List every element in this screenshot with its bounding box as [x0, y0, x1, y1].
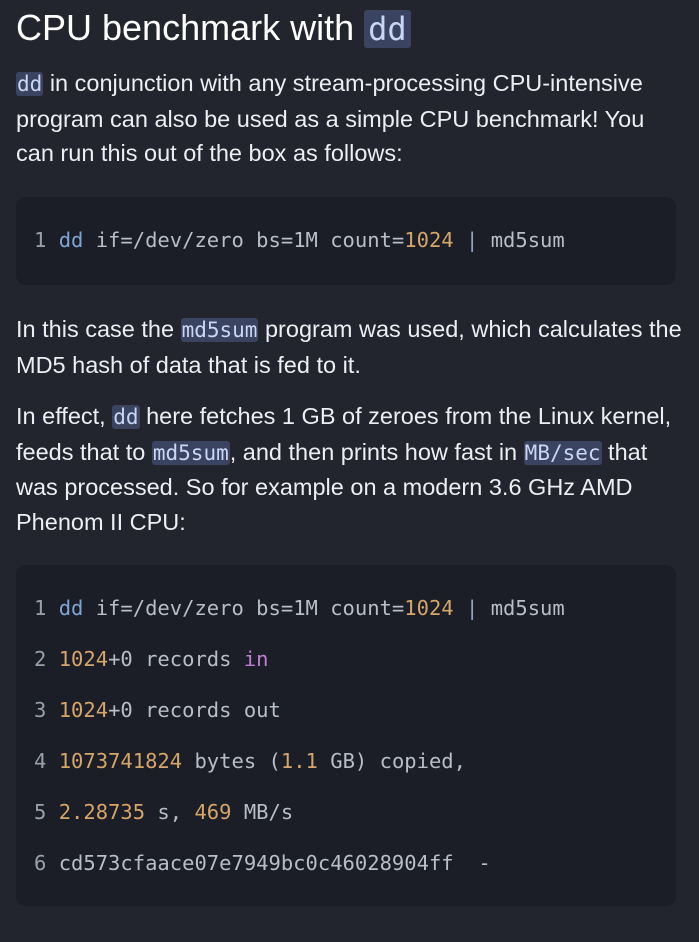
code-token: 469: [194, 800, 232, 824]
line-number: 3: [34, 698, 47, 722]
code-line: 6 cd573cfaace07e7949bc0c46028904ff -: [34, 849, 491, 877]
code-token: 1073741824: [58, 749, 183, 773]
code-token: if=/dev/zero bs=1M count=: [83, 596, 405, 620]
inline-code-mbsec: MB/sec: [523, 440, 602, 465]
code-token: dd: [58, 228, 84, 252]
code-token: MB/s: [231, 800, 294, 824]
code-block-2: 1 dd if=/dev/zero bs=1M count=1024 | md5…: [16, 565, 676, 906]
code-line: 1 dd if=/dev/zero bs=1M count=1024 | md5…: [34, 594, 565, 622]
code-line: 1 dd if=/dev/zero bs=1M count=1024 | md5…: [34, 226, 565, 254]
code-token: GB) copied,: [317, 749, 466, 773]
code-line: 3 1024+0 records out: [34, 696, 281, 724]
code-token: 1.1: [280, 749, 318, 773]
effect-paragraph: In effect, dd here fetches 1 GB of zeroe…: [16, 399, 682, 539]
code-token: 1024: [404, 228, 454, 252]
intro-text: in conjunction with any stream-processin…: [16, 70, 645, 166]
line-number: 2: [34, 647, 47, 671]
paragraph-text: In this case the: [16, 316, 181, 342]
intro-paragraph: dd in conjunction with any stream-proces…: [16, 66, 682, 171]
heading-inline-code: dd: [364, 10, 411, 48]
heading-text: CPU benchmark with: [16, 7, 365, 48]
code-token: +0 records: [108, 647, 244, 671]
line-number: 4: [34, 749, 47, 773]
inline-code-md5sum: md5sum: [151, 440, 230, 465]
code-token: 2.28735: [58, 800, 146, 824]
code-token: in: [243, 647, 269, 671]
code-token: |: [453, 228, 491, 252]
line-number: 1: [34, 596, 47, 620]
code-token: md5sum: [490, 596, 565, 620]
code-line: 5 2.28735 s, 469 MB/s: [34, 798, 293, 826]
line-number: 1: [34, 228, 47, 252]
code-token: +0 records out: [108, 698, 281, 722]
code-block-1: 1 dd if=/dev/zero bs=1M count=1024 | md5…: [16, 197, 676, 285]
inline-code-dd: dd: [16, 72, 44, 96]
inline-code-dd: dd: [112, 405, 140, 429]
line-number: 6: [34, 851, 47, 875]
code-token: bytes (: [182, 749, 281, 773]
line-number: 5: [34, 800, 47, 824]
code-token: dd: [58, 596, 84, 620]
code-token: 1024: [58, 647, 109, 671]
code-token: if=/dev/zero bs=1M count=: [83, 228, 405, 252]
code-line: 2 1024+0 records in: [34, 645, 269, 673]
code-token: s,: [145, 800, 195, 824]
code-token: cd573cfaace07e7949bc0c46028904ff -: [58, 851, 491, 875]
code-token: 1024: [404, 596, 454, 620]
section-heading: CPU benchmark with dd: [16, 6, 411, 51]
paragraph-text: In effect,: [16, 403, 113, 429]
paragraph-text: , and then prints how fast in: [229, 438, 524, 465]
code-line: 4 1073741824 bytes (1.1 GB) copied,: [34, 747, 466, 775]
inline-code-md5sum: md5sum: [180, 318, 259, 342]
code-token: |: [453, 596, 491, 620]
md5sum-paragraph: In this case the md5sum program was used…: [16, 312, 682, 382]
code-token: 1024: [58, 698, 109, 722]
code-token: md5sum: [490, 228, 565, 252]
